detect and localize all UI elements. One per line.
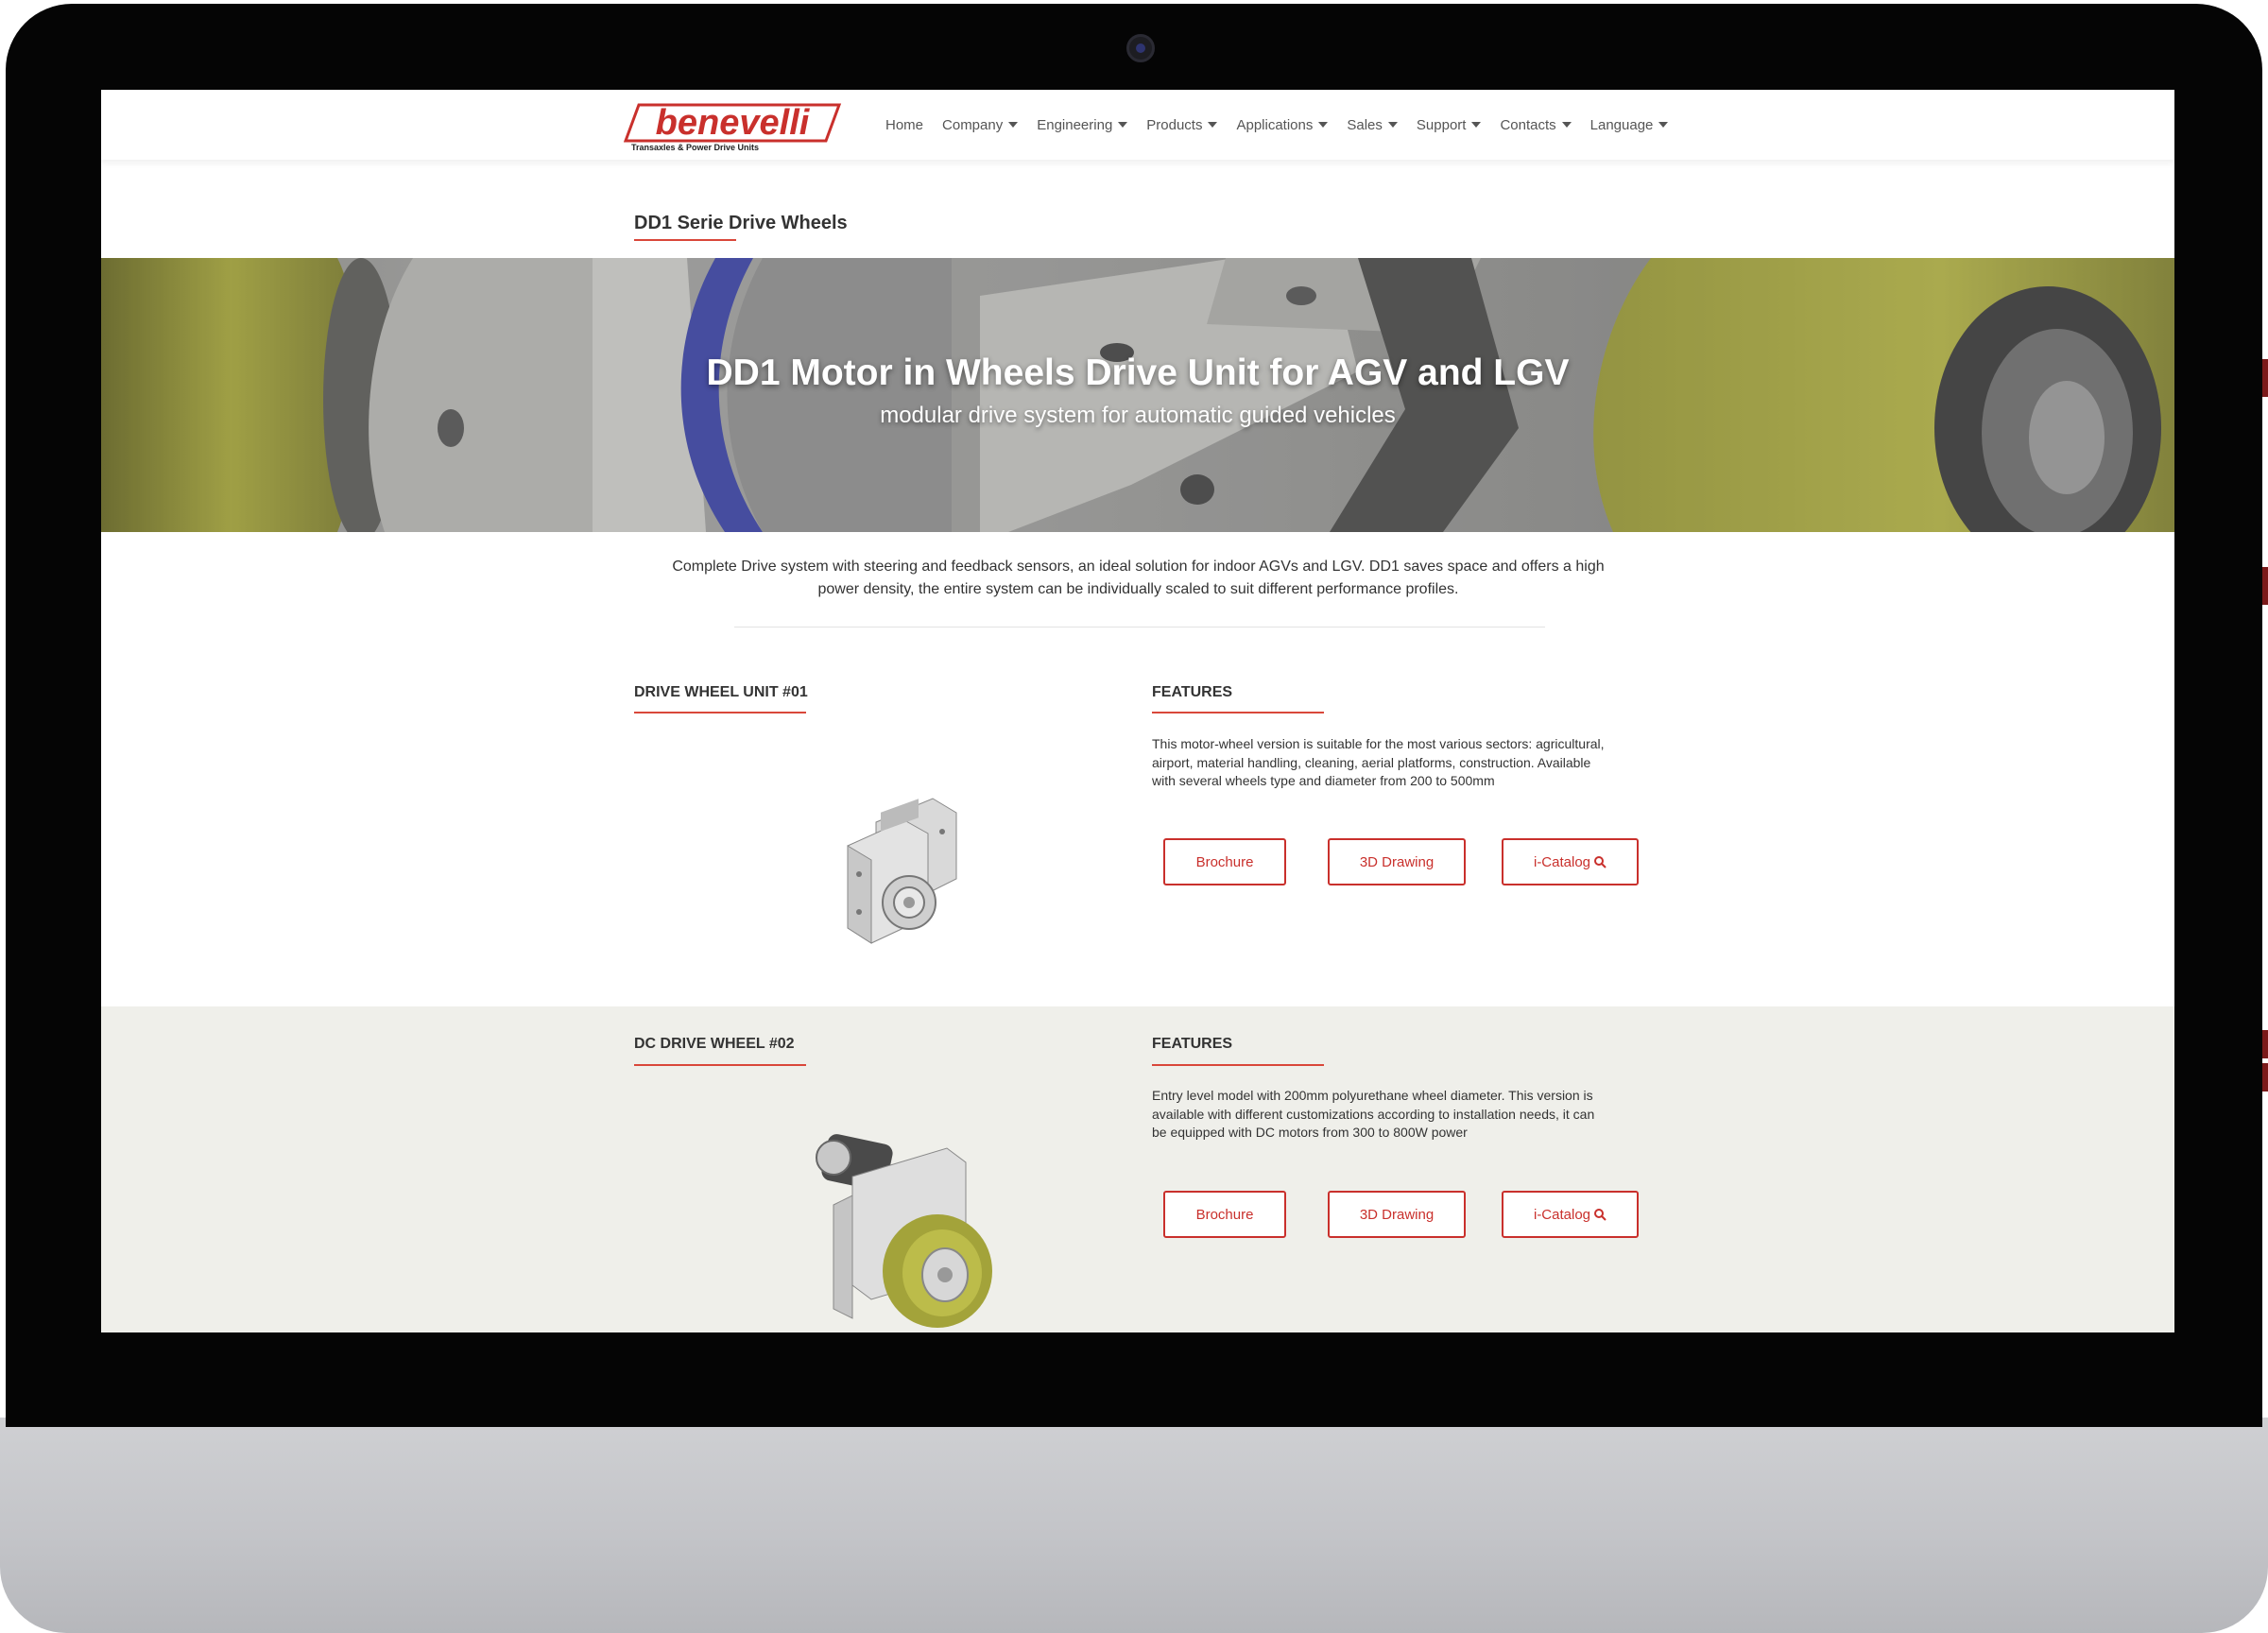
features-line: This motor-wheel version is suitable for… [1152,736,1605,751]
main-nav: Home Company Engineering Products Applic… [885,90,1687,160]
site-header: benevelli Transaxles & Power Drive Units… [101,90,2174,160]
nav-applications[interactable]: Applications [1236,116,1329,133]
product-2-features-text: Entry level model with 200mm polyurethan… [1152,1087,1655,1143]
caret-down-icon [1208,122,1218,128]
device-side-button [2262,359,2268,397]
nav-company[interactable]: Company [942,116,1019,133]
benevelli-logo[interactable]: benevelli Transaxles & Power Drive Units [623,99,843,154]
magnifier-icon [1594,856,1606,868]
caret-down-icon [1471,122,1482,128]
intro-line: Complete Drive system with steering and … [672,559,1605,575]
device-side-button [2262,567,2268,605]
dc-drive-wheel-image [805,1129,994,1332]
product-1-underline [634,712,806,713]
features-line: be equipped with DC motors from 300 to 8… [1152,1125,1468,1140]
nav-label: Contacts [1500,116,1556,133]
product-2-features-heading: FEATURES [1152,1036,1233,1052]
nav-support[interactable]: Support [1417,117,1482,133]
device-side-button [2262,1030,2268,1058]
logo-mark-icon: benevelli Transaxles & Power Drive Units [623,103,842,152]
nav-label: Support [1416,116,1467,133]
features-line: Entry level model with 200mm polyurethan… [1152,1088,1593,1103]
caret-down-icon [1318,122,1329,128]
caret-down-icon [1118,122,1128,128]
nav-label: Company [942,116,1004,133]
nav-label: Home [885,116,924,133]
features-line: with several wheels type and diameter fr… [1152,773,1495,788]
button-label: i-Catalog [1533,1206,1591,1223]
hero-banner: DD1 Motor in Wheels Drive Unit for AGV a… [101,258,2174,532]
nav-label: Sales [1347,116,1383,133]
features-line: airport, material handling, cleaning, ae… [1152,754,1591,770]
device-stand [0,1418,2268,1633]
nav-label: Products [1146,116,1203,133]
product-1-features-underline [1152,712,1324,713]
hero-title: DD1 Motor in Wheels Drive Unit for AGV a… [706,352,1570,393]
product-1-features-text: This motor-wheel version is suitable for… [1152,735,1655,791]
caret-down-icon [1561,122,1572,128]
nav-sales[interactable]: Sales [1347,117,1398,133]
nav-engineering[interactable]: Engineering [1037,116,1128,133]
page-title: DD1 Serie Drive Wheels [634,213,848,233]
product-2-title: DC DRIVE WHEEL #02 [634,1036,795,1052]
intro-text: Complete Drive system with steering and … [630,556,1646,601]
product-2-brochure-button[interactable]: Brochure [1163,1191,1286,1238]
product-1-features-heading: FEATURES [1152,684,1233,700]
product-1-title: DRIVE WHEEL UNIT #01 [634,684,808,700]
product-1-icatalog-button[interactable]: i-Catalog [1502,838,1639,885]
product-2-features-underline [1152,1064,1324,1066]
product-1-brochure-button[interactable]: Brochure [1163,838,1286,885]
nav-contacts[interactable]: Contacts [1500,116,1572,133]
title-underline [634,239,736,241]
intro-line: power density, the entire system can be … [817,581,1459,597]
caret-down-icon [1387,122,1398,128]
product-1-3d-drawing-button[interactable]: 3D Drawing [1328,838,1466,885]
nav-label: Language [1589,116,1654,133]
nav-products[interactable]: Products [1146,116,1218,133]
button-label: i-Catalog [1533,853,1591,870]
nav-language[interactable]: Language [1590,117,1669,133]
nav-home[interactable]: Home [885,117,923,133]
product-section-2 [101,1006,2174,1332]
nav-label: Engineering [1037,116,1113,133]
product-2-icatalog-button[interactable]: i-Catalog [1502,1191,1639,1238]
hero-subtitle: modular drive system for automatic guide… [880,403,1396,428]
product-2-underline [634,1064,806,1066]
logo-wordmark: benevelli [656,103,811,143]
device-side-button [2262,1063,2268,1092]
caret-down-icon [1658,122,1669,128]
features-line: available with different customizations … [1152,1106,1595,1122]
hero-background-image [101,258,2174,532]
nav-label: Applications [1236,116,1314,133]
drive-wheel-unit-image [833,794,966,950]
camera-icon [1126,34,1155,62]
magnifier-icon [1594,1209,1606,1221]
product-2-3d-drawing-button[interactable]: 3D Drawing [1328,1191,1466,1238]
caret-down-icon [1008,122,1019,128]
browser-screen: benevelli Transaxles & Power Drive Units… [101,90,2174,1332]
logo-tagline: Transaxles & Power Drive Units [631,143,759,152]
